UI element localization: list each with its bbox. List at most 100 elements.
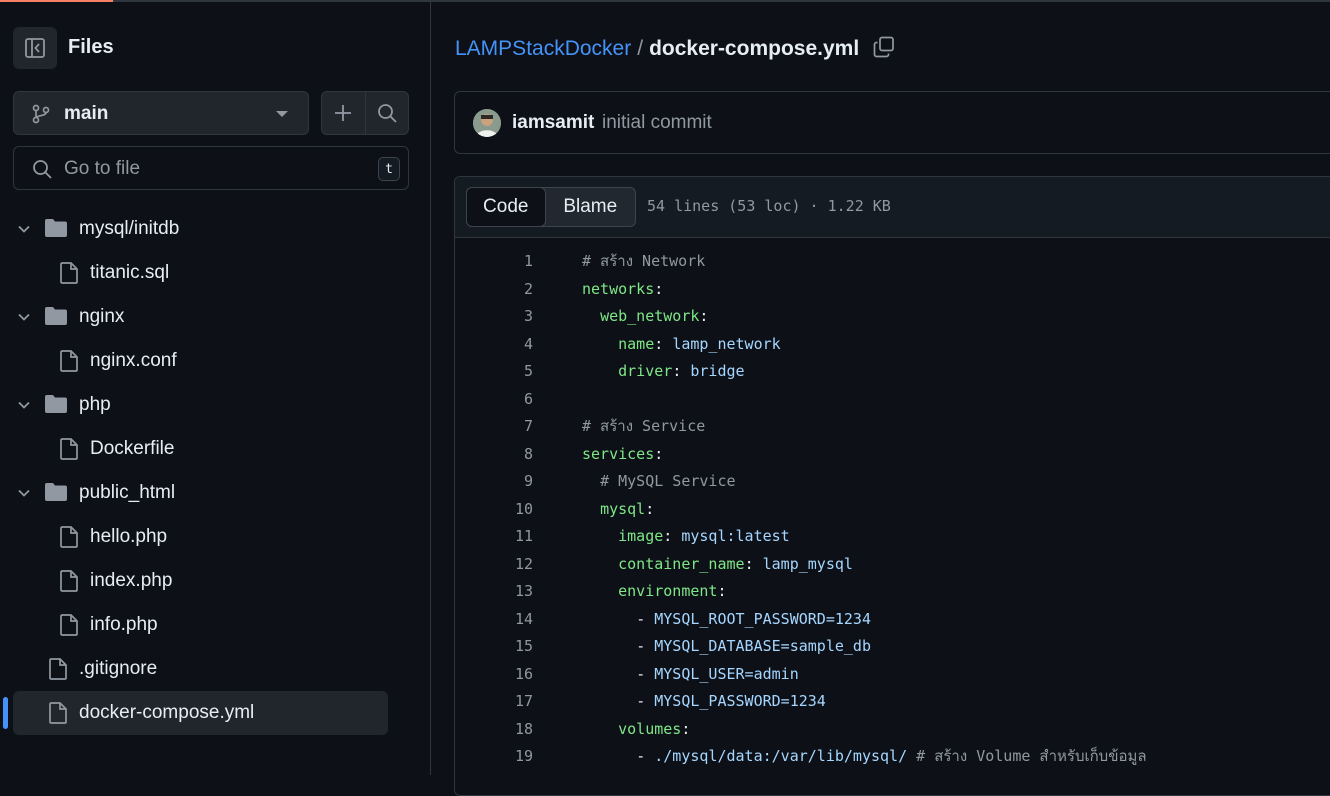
code-token: MYSQL_DATABASE=sample_db bbox=[654, 637, 871, 655]
folder-icon bbox=[44, 306, 68, 331]
code-token: - bbox=[636, 747, 655, 765]
breadcrumb-file-name: docker-compose.yml bbox=[649, 37, 860, 60]
code-text: web_network: bbox=[582, 306, 708, 326]
code-text: - MYSQL_DATABASE=sample_db bbox=[582, 636, 871, 656]
commit-author[interactable]: iamsamit bbox=[512, 112, 594, 134]
line-number[interactable]: 14 bbox=[473, 609, 533, 629]
code-token: driver bbox=[618, 362, 673, 380]
selected-indicator bbox=[3, 697, 8, 729]
code-viewer-header: Code Blame 54 lines (53 loc) · 1.22 KB bbox=[455, 177, 1330, 238]
tree-folder[interactable]: public_html bbox=[0, 471, 431, 515]
code-token: networks bbox=[582, 279, 655, 298]
branch-icon bbox=[32, 104, 50, 124]
line-number[interactable]: 7 bbox=[473, 416, 533, 436]
code-token: : bbox=[717, 582, 727, 600]
tree-item-label: .gitignore bbox=[79, 658, 158, 679]
code-line: 10 mysql: bbox=[455, 499, 1330, 527]
tree-item-label: index.php bbox=[90, 570, 173, 591]
chevron-down-icon[interactable] bbox=[17, 222, 31, 241]
file-icon bbox=[59, 526, 79, 553]
code-text: - ./mysql/data:/var/lib/mysql/ # สร้าง V… bbox=[582, 746, 1146, 766]
line-number[interactable]: 2 bbox=[473, 279, 533, 299]
tree-file[interactable]: docker-compose.yml bbox=[0, 691, 431, 735]
tree-file[interactable]: nginx.conf bbox=[0, 339, 431, 383]
code-token: mysql bbox=[600, 499, 646, 518]
collapse-sidebar-button[interactable] bbox=[13, 27, 57, 69]
tree-item-label: nginx bbox=[79, 306, 125, 327]
tree-file[interactable]: info.php bbox=[0, 603, 431, 647]
file-icon bbox=[59, 350, 79, 377]
file-view: LAMPStackDocker / docker-compose.yml iamsa… bbox=[431, 2, 1330, 796]
line-number[interactable]: 9 bbox=[473, 471, 533, 491]
line-number[interactable]: 4 bbox=[473, 334, 533, 354]
line-number[interactable]: 16 bbox=[473, 664, 533, 684]
avatar-image bbox=[473, 109, 501, 137]
line-number[interactable]: 8 bbox=[473, 444, 533, 464]
tab-code[interactable]: Code bbox=[466, 187, 546, 227]
line-number[interactable]: 1 bbox=[473, 251, 533, 271]
line-number[interactable]: 13 bbox=[473, 581, 533, 601]
copy-path-button[interactable] bbox=[873, 36, 895, 64]
tree-file[interactable]: .gitignore bbox=[0, 647, 431, 691]
avatar[interactable] bbox=[473, 109, 501, 137]
line-number[interactable]: 11 bbox=[473, 526, 533, 546]
code-viewer: Code Blame 54 lines (53 loc) · 1.22 KB 1… bbox=[454, 176, 1330, 796]
line-number[interactable]: 5 bbox=[473, 361, 533, 381]
line-number[interactable]: 12 bbox=[473, 554, 533, 574]
line-number[interactable]: 18 bbox=[473, 719, 533, 739]
folder-icon bbox=[44, 482, 68, 507]
line-number[interactable]: 15 bbox=[473, 636, 533, 656]
chevron-down-icon[interactable] bbox=[17, 398, 31, 417]
file-icon bbox=[59, 438, 79, 465]
files-title: Files bbox=[68, 36, 114, 58]
code-line: 15 - MYSQL_DATABASE=sample_db bbox=[455, 636, 1330, 664]
tree-file[interactable]: hello.php bbox=[0, 515, 431, 559]
tree-item-label: nginx.conf bbox=[90, 350, 177, 371]
code-text: mysql: bbox=[582, 499, 654, 519]
tree-item-label: docker-compose.yml bbox=[79, 702, 255, 723]
branch-selector[interactable]: main bbox=[13, 91, 309, 135]
code-token: - bbox=[636, 609, 655, 628]
line-number[interactable]: 17 bbox=[473, 691, 533, 711]
tree-folder[interactable]: php bbox=[0, 383, 431, 427]
add-file-button[interactable] bbox=[322, 92, 365, 134]
code-line: 11 image: mysql:latest bbox=[455, 526, 1330, 554]
line-number[interactable]: 6 bbox=[473, 389, 533, 409]
tree-item-label: php bbox=[79, 394, 111, 415]
breadcrumb-repo-link[interactable]: LAMPStackDocker bbox=[455, 37, 631, 60]
breadcrumb: LAMPStackDocker / docker-compose.yml bbox=[455, 36, 895, 64]
code-text: # สร้าง Network bbox=[582, 251, 705, 271]
search-code-button[interactable] bbox=[364, 92, 409, 134]
tree-folder[interactable]: mysql/initdb bbox=[0, 207, 431, 251]
code-token: image bbox=[618, 527, 664, 545]
chevron-down-icon[interactable] bbox=[17, 486, 31, 505]
code-token: volumes bbox=[618, 719, 682, 738]
tree-file[interactable]: index.php bbox=[0, 559, 431, 603]
tree-file[interactable]: Dockerfile bbox=[0, 427, 431, 471]
line-number[interactable]: 3 bbox=[473, 306, 533, 326]
code-line: 1 # สร้าง Network bbox=[455, 251, 1330, 279]
tree-folder[interactable]: nginx bbox=[0, 295, 431, 339]
code-token: - bbox=[636, 637, 655, 655]
code-token: MYSQL_USER=admin bbox=[654, 664, 799, 683]
line-number[interactable]: 10 bbox=[473, 499, 533, 519]
commit-message[interactable]: initial commit bbox=[602, 112, 712, 134]
code-text: # สร้าง Service bbox=[582, 416, 705, 436]
tab-blame[interactable]: Blame bbox=[546, 188, 635, 226]
go-to-file-input[interactable]: Go to file t bbox=[13, 146, 409, 190]
code-token: : bbox=[645, 499, 655, 518]
tree-file[interactable]: titanic.sql bbox=[0, 251, 431, 295]
code-line: 17 - MYSQL_PASSWORD=1234 bbox=[455, 691, 1330, 719]
code-line: 2 networks: bbox=[455, 279, 1330, 307]
code-token: : bbox=[654, 279, 664, 298]
chevron-down-icon[interactable] bbox=[17, 310, 31, 329]
line-number[interactable]: 19 bbox=[473, 746, 533, 766]
code-token: services bbox=[582, 444, 655, 463]
code-token: # สร้าง Service bbox=[582, 417, 706, 435]
